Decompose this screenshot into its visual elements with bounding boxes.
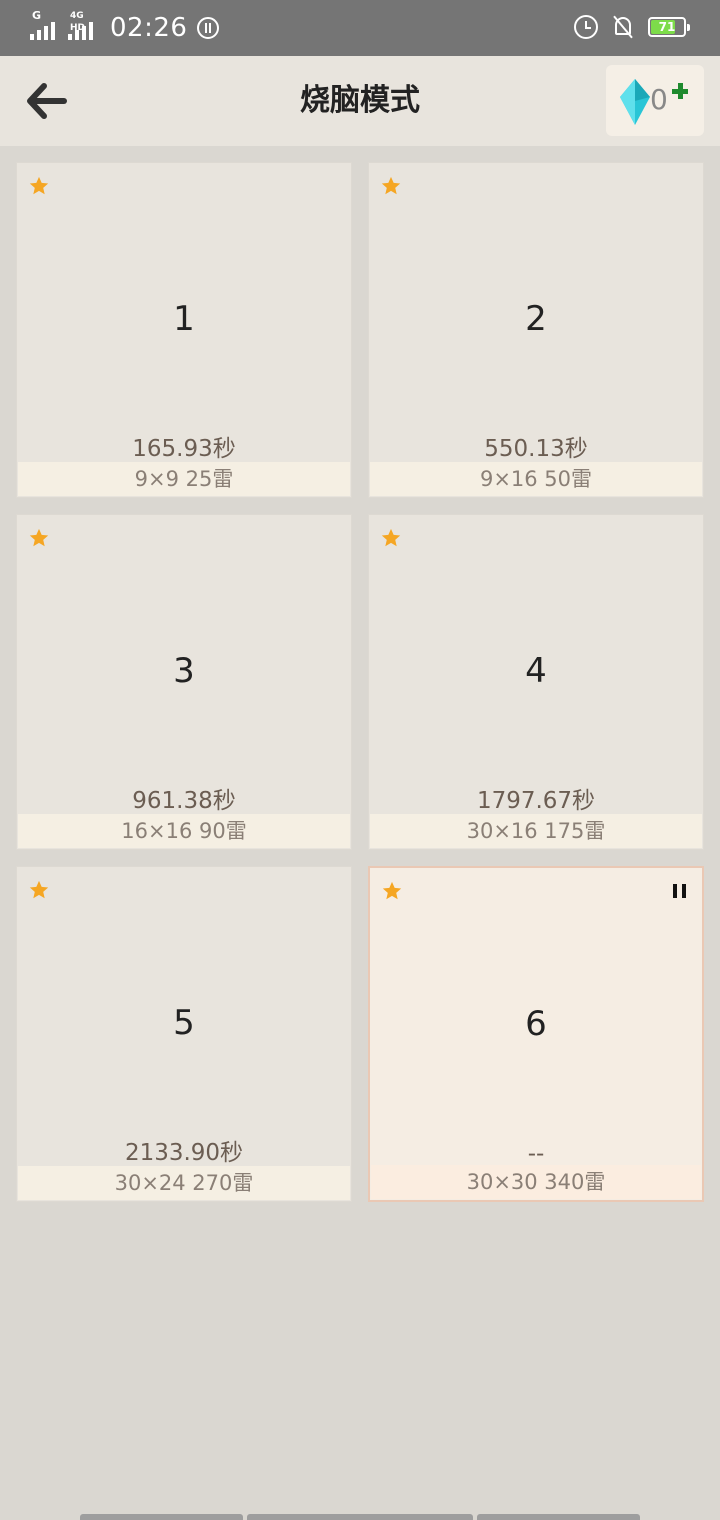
battery-icon: 71 bbox=[648, 17, 690, 37]
back-arrow-icon bbox=[27, 83, 67, 119]
app-header: 烧脑模式 0 bbox=[0, 56, 720, 146]
alarm-icon bbox=[574, 15, 598, 39]
board-spec: 30×16 175雷 bbox=[370, 814, 702, 848]
board-spec: 30×30 340雷 bbox=[371, 1165, 701, 1199]
best-time: 1797.67秒 bbox=[476, 788, 596, 814]
star-icon bbox=[382, 881, 402, 900]
back-button[interactable] bbox=[22, 78, 70, 124]
status-bar: G 4G HD 02:26 71 bbox=[0, 0, 720, 56]
level-card-4[interactable]: 4 1797.67秒 30×16 175雷 bbox=[368, 514, 704, 850]
star-icon bbox=[29, 880, 49, 899]
level-card-1[interactable]: 1 165.93秒 9×9 25雷 bbox=[16, 162, 352, 498]
star-icon bbox=[381, 176, 401, 195]
pause-icon bbox=[673, 884, 686, 898]
level-card-3[interactable]: 3 961.38秒 16×16 90雷 bbox=[16, 514, 352, 850]
signal-g-icon: G bbox=[30, 10, 62, 42]
board-spec: 9×9 25雷 bbox=[18, 462, 350, 496]
status-time: 02:26 bbox=[110, 13, 188, 43]
best-time: 550.13秒 bbox=[484, 436, 588, 462]
level-number: 2 bbox=[525, 299, 547, 339]
best-time: 2133.90秒 bbox=[124, 1140, 244, 1166]
battery-level: 71 bbox=[658, 20, 676, 34]
star-icon bbox=[29, 176, 49, 195]
best-time: -- bbox=[527, 1141, 545, 1167]
nav-bar-segment-center bbox=[247, 1514, 473, 1520]
level-number: 5 bbox=[173, 1003, 195, 1043]
level-card-5[interactable]: 5 2133.90秒 30×24 270雷 bbox=[16, 866, 352, 1202]
gem-count: 0 bbox=[650, 83, 668, 116]
data-saver-icon bbox=[197, 17, 220, 39]
level-card-2[interactable]: 2 550.13秒 9×16 50雷 bbox=[368, 162, 704, 498]
best-time: 165.93秒 bbox=[132, 436, 236, 462]
best-time: 961.38秒 bbox=[132, 788, 236, 814]
nav-bar-segment-right bbox=[477, 1514, 640, 1520]
status-right: 71 bbox=[574, 14, 690, 40]
board-spec: 30×24 270雷 bbox=[18, 1166, 350, 1200]
diamond-gem-icon bbox=[620, 79, 650, 125]
status-left: G 4G HD 02:26 bbox=[30, 10, 220, 44]
board-spec: 9×16 50雷 bbox=[370, 462, 702, 496]
board-spec: 16×16 90雷 bbox=[18, 814, 350, 848]
level-number: 6 bbox=[525, 1004, 547, 1044]
plus-icon bbox=[672, 83, 688, 99]
nav-bar-segment-left bbox=[80, 1514, 243, 1520]
level-number: 4 bbox=[525, 651, 547, 691]
level-card-6[interactable]: 6 -- 30×30 340雷 bbox=[368, 866, 704, 1202]
star-icon bbox=[381, 528, 401, 547]
level-number: 3 bbox=[173, 651, 195, 691]
gem-store-button[interactable]: 0 bbox=[606, 65, 704, 136]
signal-g-label: G bbox=[32, 9, 42, 22]
star-icon bbox=[29, 528, 49, 547]
signal-4g-icon: 4G HD bbox=[68, 11, 100, 42]
bell-off-icon bbox=[612, 14, 634, 40]
level-number: 1 bbox=[173, 299, 195, 339]
